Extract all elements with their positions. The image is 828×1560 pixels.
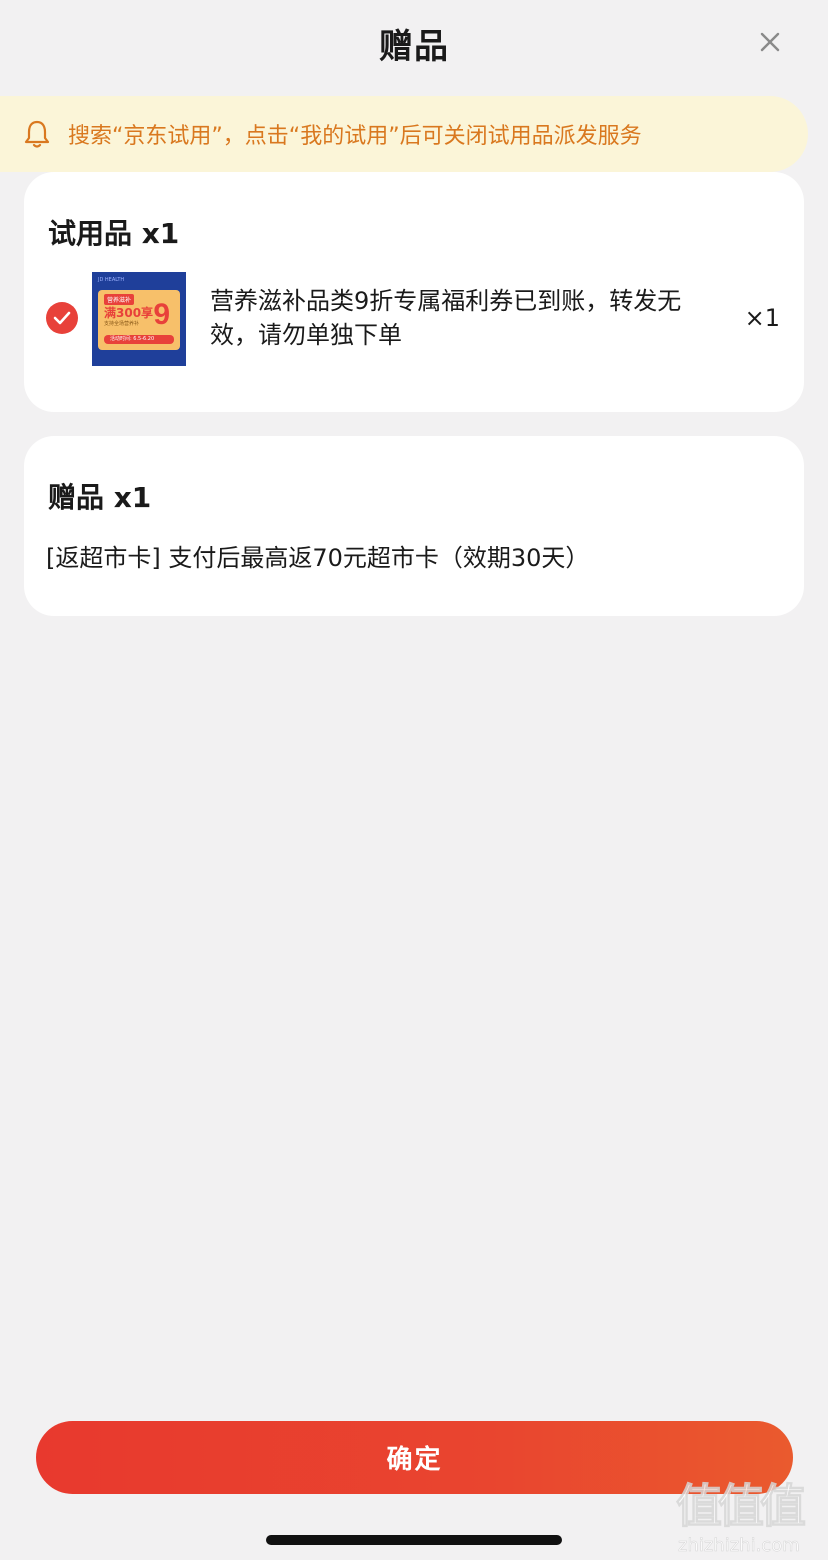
notice-text: 搜索“京东试用”，点击“我的试用”后可关闭试用品派发服务 [68,124,642,149]
notice-banner: 搜索“京东试用”，点击“我的试用”后可关闭试用品派发服务 [0,96,808,172]
watermark-mark: 值值值 [676,1479,807,1534]
home-indicator[interactable] [266,1535,562,1545]
check-icon[interactable] [46,302,78,334]
coupon-brand: JD HEALTH [98,277,125,283]
coupon-ticket: 营养滋补 满300享 9 支持全场营养补 活动时间: 6.5-6.20 [98,290,180,350]
coupon-thumbnail: JD HEALTH 营养滋补 满300享 9 支持全场营养补 活动时间: 6.5… [92,272,186,366]
bell-icon [24,118,52,150]
coupon-date: 活动时间: 6.5-6.20 [104,335,174,344]
watermark-url: zhizhizhi.com [678,1535,800,1557]
coupon-amount: 满300享 [104,306,154,320]
watermark-logo: 值值值 zhizhizhi.com [676,1470,818,1557]
coupon-subtitle: 支持全场营养补 [104,321,140,327]
gift-card: 赠品 x1 [返超市卡] 支付后最高返70元超市卡（效期30天） [24,436,804,616]
trial-title: 试用品 x1 [48,217,180,250]
close-icon[interactable] [760,32,780,52]
gift-description: [返超市卡] 支付后最高返70元超市卡（效期30天） [46,544,590,572]
page-title: 赠品 [379,26,449,67]
coupon-discount: 9 [153,298,170,331]
trial-item-quantity: ×1 [744,304,780,332]
header-bar: 赠品 [0,0,828,86]
confirm-label: 确定 [386,1445,443,1475]
trial-card: 试用品 x1 JD HEALTH 营养滋补 满300享 9 支持全场营养补 活动… [24,172,804,412]
close-button[interactable] [752,24,788,60]
gift-title: 赠品 x1 [48,481,152,514]
trial-item-description: 营养滋补品类9折专属福利券已到账，转发无效，请勿单独下单 [210,287,682,349]
